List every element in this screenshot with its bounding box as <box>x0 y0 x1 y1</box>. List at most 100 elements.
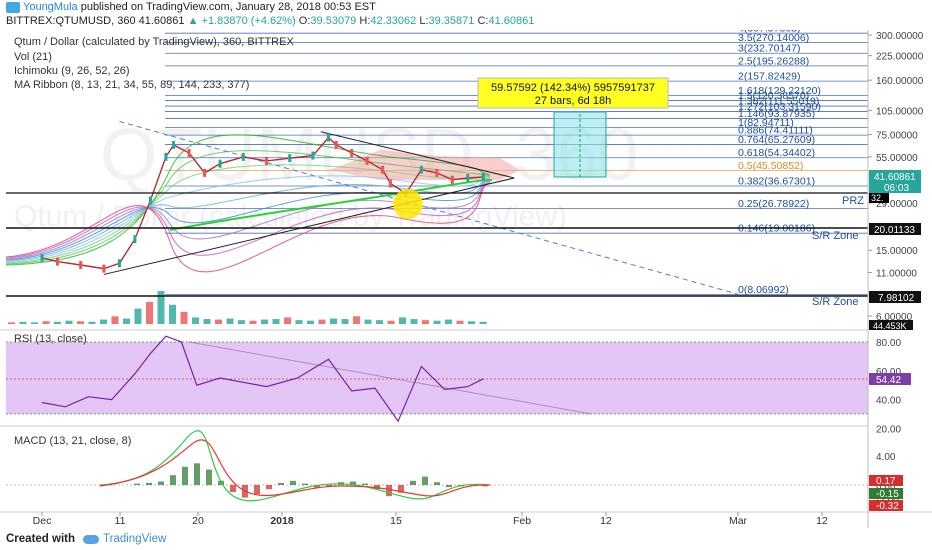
macd-histogram-bar <box>434 482 440 485</box>
volume-bar <box>307 320 314 324</box>
volume-bar <box>387 320 395 324</box>
price-candle <box>288 154 292 163</box>
sr-zone-label-1: S/R Zone <box>812 230 858 242</box>
volume-bar <box>100 319 107 324</box>
price-candle <box>334 140 338 149</box>
volume-bar <box>376 320 383 324</box>
macd-histogram-bar <box>410 480 416 485</box>
legend-title: Qtum / Dollar (calculated by TradingView… <box>14 36 294 48</box>
fib-level-label: 0.25(26.78922) <box>738 198 809 210</box>
volume-bar <box>364 319 372 324</box>
rsi-tick-label: 20.00 <box>876 424 901 435</box>
tag-sr2: 7.98102 <box>878 293 915 304</box>
tag-last-price: 41.60861 <box>874 172 916 183</box>
price-tick-label: 300.00000 <box>876 31 924 42</box>
price-candle <box>55 257 59 266</box>
volume-bar <box>42 321 50 324</box>
published-text: published on TradingView.com, January 28… <box>80 1 376 13</box>
footer-brand[interactable]: TradingView <box>83 533 166 545</box>
tag-countdown: 06:03 <box>884 183 909 194</box>
price-tick-label: 15.00000 <box>876 246 918 257</box>
macd-histogram-bar <box>266 485 272 490</box>
macd-label: MACD (13, 21, close, 8) <box>14 435 131 447</box>
price-tick-label: 105.00000 <box>876 106 924 117</box>
author-name[interactable]: YoungMula <box>23 1 78 13</box>
volume-bar <box>19 321 27 324</box>
price-candle <box>241 152 245 161</box>
time-tick-label: 2018 <box>270 515 294 527</box>
price-axis[interactable]: 300.00000 225.00000 160.00000 105.00000 75.0… <box>868 31 924 506</box>
volume-bar <box>284 317 291 324</box>
volume-bar <box>8 322 15 324</box>
highlight-circle <box>393 189 423 219</box>
volume-bar <box>249 320 257 324</box>
price-candle <box>40 253 44 262</box>
price-candle <box>102 264 106 273</box>
price-change: ▲ +1.83870 (+4.62%) <box>187 15 296 27</box>
macd-histogram-bar <box>422 476 428 485</box>
measure-label-line1: 59.57592 (142.34%) 5957591737 <box>491 82 655 94</box>
sr-zone-label-2: S/R Zone <box>812 296 858 308</box>
prz-label: PRZ <box>842 195 864 207</box>
macd-histogram-bar <box>158 481 164 485</box>
time-tick-label: 12 <box>816 515 828 527</box>
legend-ma-ribbon: MA Ribbon (8, 13, 21, 34, 55, 89, 144, 2… <box>14 79 249 91</box>
fib-level-label: 0(8.06992) <box>738 284 789 296</box>
volume-bar <box>399 317 406 324</box>
price-tick-label: 160.00000 <box>876 76 924 87</box>
measure-label-line2: 27 bars, 6d 18h <box>535 95 611 107</box>
macd-histogram-bar <box>386 485 392 497</box>
macd-histogram-bar <box>446 485 452 488</box>
volume-bar <box>422 320 429 324</box>
tag-rsi-value: 54.42 <box>876 375 901 386</box>
price-candle <box>187 149 191 158</box>
macd-histogram-bar <box>182 466 188 485</box>
price-candle <box>419 165 423 174</box>
price-candle <box>311 151 315 160</box>
volume-bar <box>54 321 61 324</box>
macd-value-tag: -0.32 <box>876 501 899 512</box>
price-candle <box>326 133 330 142</box>
symbol-line: BITTREX:QTUMUSD, 360 <box>6 15 136 27</box>
rsi-band <box>6 342 868 414</box>
macd-histogram-bar <box>302 483 308 485</box>
volume-bar <box>433 320 441 324</box>
volume-bar <box>215 319 222 324</box>
tag-volume: 44.453K <box>873 321 907 331</box>
volume-bar <box>238 320 245 324</box>
price-candle <box>148 196 152 205</box>
volume-bar <box>226 318 234 324</box>
tag-sr1: 20.01133 <box>874 225 915 236</box>
volume-bar <box>353 316 360 324</box>
macd-value-tag: 0.17 <box>876 476 896 487</box>
chart-canvas[interactable]: QTUMUSD, 360 Qtum / Dollar (calculated b… <box>0 30 932 528</box>
macd-histogram-bar <box>290 480 296 485</box>
price-candle <box>164 152 168 161</box>
high-value: 42.33062 <box>370 15 417 27</box>
price-candle <box>265 156 269 165</box>
volume-bar <box>410 319 418 324</box>
volume-bar <box>65 320 73 324</box>
rsi-tick-label: 80.00 <box>876 338 901 349</box>
volume-bar <box>192 317 199 324</box>
tradingview-logo-icon <box>6 1 20 13</box>
price-candle <box>133 235 137 244</box>
last-price: 41.60861 <box>138 15 185 27</box>
time-tick-label: Dec <box>33 515 52 527</box>
tradingview-cloud-icon <box>83 534 100 544</box>
price-candle <box>117 259 121 268</box>
time-tick-label: Feb <box>513 515 531 527</box>
price-tick-label: 55.00000 <box>876 153 918 164</box>
price-tick-label: 225.00000 <box>876 52 924 63</box>
macd-histogram-bar <box>206 469 212 485</box>
close-value: 41.60861 <box>488 15 535 27</box>
volume-bar <box>295 320 303 324</box>
ohlc-line: BITTREX:QTUMUSD, 360 41.60861 ▲ +1.83870… <box>6 15 535 27</box>
low-value: 39.35871 <box>428 15 475 27</box>
macd-histogram-bar <box>254 485 260 495</box>
volume-bar <box>468 321 475 324</box>
volume-bar <box>330 318 337 324</box>
price-tick-label: 75.00000 <box>876 131 918 142</box>
fib-level-label: 0.764(65.27609) <box>738 134 815 146</box>
macd-axis-tags: 0.17 -0.15-0.32 <box>869 475 903 512</box>
